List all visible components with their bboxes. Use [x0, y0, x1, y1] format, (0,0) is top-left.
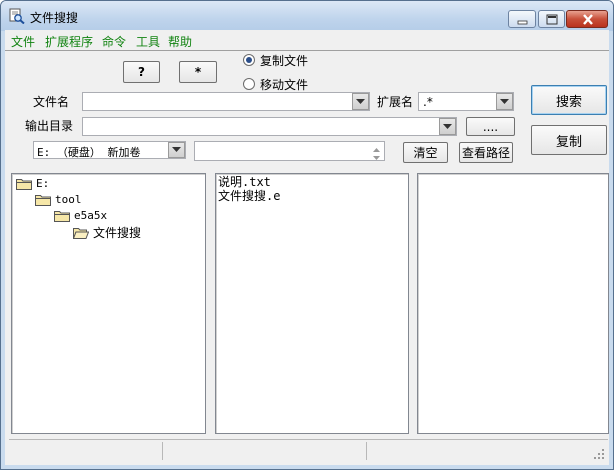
view-path-button[interactable]: 查看路径 — [459, 142, 513, 163]
folder-icon — [16, 178, 32, 190]
tree-node-label: 文件搜搜 — [93, 226, 142, 240]
filename-combo[interactable] — [82, 92, 370, 111]
tree-node[interactable]: tool — [35, 193, 82, 206]
output-dir-label: 输出目录 — [25, 119, 74, 133]
tree-node-label: E: — [36, 177, 50, 190]
menu-extensions[interactable]: 扩展程序 — [45, 33, 93, 50]
folder-tree[interactable]: E: tool e5a5x 文件搜搜 — [11, 173, 206, 434]
chevron-down-icon — [500, 98, 509, 104]
window-title: 文件搜搜 — [30, 11, 79, 25]
drive-combo[interactable]: E: （硬盘） 新加卷 — [33, 141, 186, 159]
menu-command[interactable]: 命令 — [102, 33, 126, 50]
filename-label: 文件名 — [33, 95, 70, 109]
status-divider — [162, 442, 163, 460]
file-list[interactable]: 说明.txt 文件搜搜.e — [215, 173, 409, 434]
tree-node-label: tool — [55, 193, 82, 206]
copy-button[interactable]: 复制 — [531, 125, 607, 155]
status-bar — [9, 439, 608, 462]
resize-grip-icon[interactable] — [593, 448, 605, 460]
minimize-icon — [517, 20, 528, 25]
extension-label: 扩展名 — [377, 95, 414, 109]
status-divider — [366, 442, 367, 460]
tree-node[interactable]: E: — [16, 177, 49, 190]
copy-mode-radio[interactable] — [243, 54, 255, 66]
extension-dropdown-button[interactable] — [496, 93, 513, 110]
browse-button[interactable]: .... — [466, 117, 515, 136]
output-dir-dropdown-button[interactable] — [439, 118, 456, 135]
extension-value: .* — [423, 95, 433, 109]
move-mode-label: 移动文件 — [260, 78, 309, 92]
move-mode-radio[interactable] — [243, 78, 255, 90]
output-dir-combo[interactable] — [82, 117, 457, 136]
filename-dropdown-button[interactable] — [352, 93, 369, 110]
spin-up-button[interactable] — [370, 143, 383, 152]
maximize-icon — [546, 14, 558, 25]
spinner-input[interactable] — [194, 141, 385, 161]
minimize-button[interactable] — [508, 10, 536, 28]
tree-node-label: e5a5x — [74, 209, 108, 222]
list-item[interactable]: 文件搜搜.e — [218, 189, 280, 203]
drive-dropdown-button[interactable] — [168, 142, 185, 158]
maximize-button[interactable] — [538, 10, 565, 28]
app-magnifier-icon[interactable] — [9, 8, 25, 25]
list-item[interactable]: 说明.txt — [218, 175, 271, 189]
menu-help[interactable]: 帮助 — [168, 33, 192, 50]
menu-tools[interactable]: 工具 — [136, 33, 160, 50]
folder-icon — [54, 210, 70, 222]
tree-node[interactable]: e5a5x — [54, 209, 107, 222]
close-button[interactable] — [566, 10, 608, 28]
clear-button[interactable]: 清空 — [403, 142, 448, 163]
extension-combo[interactable]: .* — [418, 92, 514, 111]
help-button[interactable]: ? — [123, 61, 160, 83]
chevron-down-icon — [356, 98, 365, 104]
spin-down-button[interactable] — [370, 151, 383, 160]
close-icon — [583, 14, 593, 25]
preview-panel[interactable] — [417, 173, 609, 434]
wildcard-button[interactable]: * — [179, 61, 217, 83]
menu-bar — [5, 30, 609, 50]
open-folder-icon — [73, 227, 89, 239]
folder-icon — [35, 194, 51, 206]
chevron-down-icon — [443, 123, 452, 129]
copy-mode-label: 复制文件 — [260, 54, 309, 68]
arrow-down-icon — [373, 156, 380, 160]
search-button[interactable]: 搜索 — [531, 85, 607, 115]
tree-node-selected[interactable]: 文件搜搜 — [73, 224, 141, 241]
menu-file[interactable]: 文件 — [11, 33, 35, 50]
drive-value: E: （硬盘） 新加卷 — [37, 146, 141, 159]
chevron-down-icon — [172, 147, 181, 152]
